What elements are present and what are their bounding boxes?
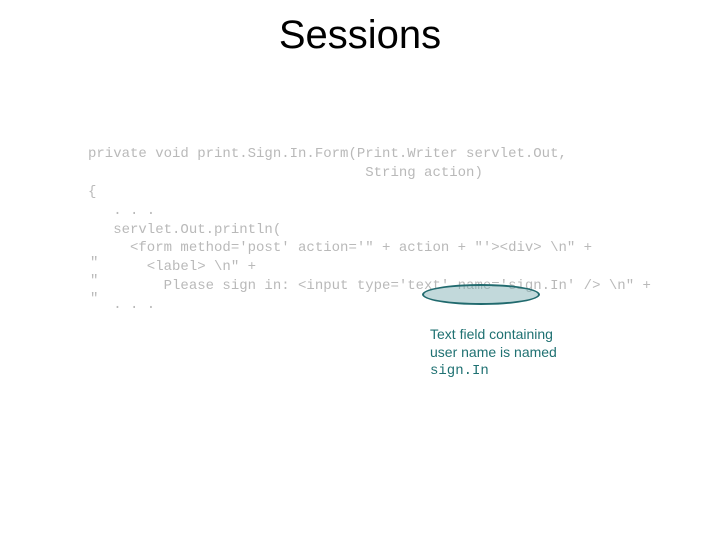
gutter-quote-2: "	[90, 273, 98, 289]
callout-line-2: user name is named	[430, 344, 557, 360]
code-line-2: String action)	[88, 165, 483, 181]
code-line-5: servlet.Out.println(	[88, 222, 281, 238]
gutter-quote-1: "	[90, 255, 98, 271]
code-line-3: {	[88, 184, 96, 200]
code-line-1: private void print.Sign.In.Form(Print.Wr…	[88, 146, 567, 162]
code-line-7: <label> \n" +	[88, 259, 256, 275]
gutter-quote-3: "	[90, 291, 98, 307]
code-line-8: Please sign in: <input type='text' name=…	[88, 278, 651, 294]
code-line-4: . . .	[88, 203, 155, 219]
code-line-6: <form method='post' action='" + action +…	[88, 240, 592, 256]
highlight-oval	[422, 284, 540, 305]
callout-text: Text field containing user name is named…	[430, 326, 630, 381]
slide: Sessions private void print.Sign.In.Form…	[0, 0, 720, 540]
slide-title: Sessions	[0, 13, 720, 58]
callout-line-1: Text field containing	[430, 326, 553, 342]
callout-line-3: sign.In	[430, 363, 489, 379]
code-block: private void print.Sign.In.Form(Print.Wr…	[88, 145, 688, 315]
